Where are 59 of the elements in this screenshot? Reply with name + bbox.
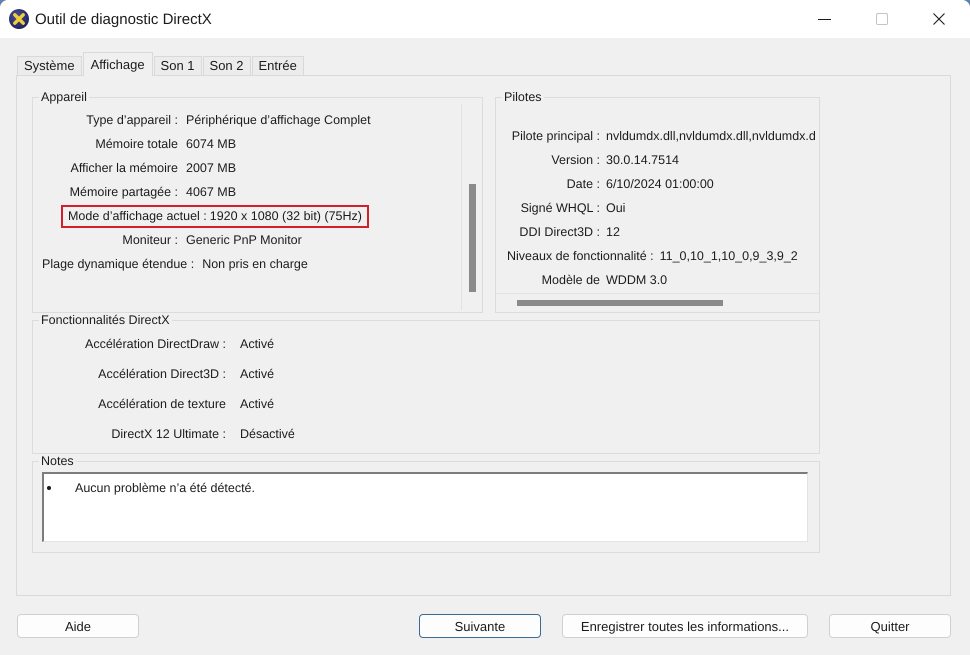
field-value: 2007 MB <box>186 161 236 175</box>
field-label: Pilote principal : <box>510 129 600 143</box>
field-label: Mode d’affichage actuel : <box>68 209 207 223</box>
x-disc-icon <box>9 9 29 29</box>
field-value: WDDM 3.0 <box>606 273 668 287</box>
field-label: Accélération Direct3D : <box>97 367 226 381</box>
field-label: Accélération de texture <box>97 397 226 411</box>
group-title: Pilotes <box>503 90 543 104</box>
field-label: Modèle de <box>540 273 600 287</box>
dialog-button[interactable]: Aide <box>17 614 139 638</box>
notes-field[interactable]: Aucun problème n’a été détecté. <box>42 472 808 542</box>
field-value: Generic PnP Monitor <box>186 233 302 247</box>
field-label: Plage dynamique étendue : <box>42 257 194 271</box>
field-label: Moniteur : <box>121 233 178 247</box>
field-label: DDI Direct3D : <box>518 225 600 239</box>
field-value: Activé <box>240 397 274 411</box>
tab[interactable]: Son 1 <box>154 56 202 75</box>
tab[interactable]: Son 2 <box>202 56 251 75</box>
bullet-icon <box>47 486 51 490</box>
field-label: DirectX 12 Ultimate : <box>110 427 226 441</box>
field-value: Activé <box>240 337 274 351</box>
field-label: Version : <box>550 153 600 167</box>
field-label: Afficher la mémoire <box>70 161 178 175</box>
minimize-icon <box>818 18 831 20</box>
field-value: 1920 x 1080 (32 bit) (75Hz) <box>210 209 362 223</box>
field-value: Non pris en charge <box>202 257 308 271</box>
field-label: Accélération DirectDraw : <box>84 337 226 351</box>
tab[interactable]: Système <box>17 56 82 75</box>
field-label: Niveaux de fonctionnalité : <box>507 249 654 263</box>
window-title: Outil de diagnostic DirectX <box>35 10 212 28</box>
tab[interactable]: Entrée <box>252 56 304 75</box>
field-label: Date : <box>566 177 600 191</box>
tab[interactable]: Affichage <box>82 52 153 76</box>
field-label: Mémoire totale <box>94 137 178 151</box>
scrollbar-thumb[interactable] <box>469 184 476 292</box>
field-value: 11_0,10_1,10_0,9_3,9_2 <box>660 249 798 263</box>
field-value: nvldumdx.dll,nvldumdx.dll,nvldumdx.d <box>606 129 816 143</box>
field-value: Oui <box>606 201 626 215</box>
group-title: Appareil <box>40 90 88 104</box>
field-value: Périphérique d’affichage Complet <box>186 113 371 127</box>
field-label: Mémoire partagée : <box>68 185 178 199</box>
field-value: 4067 MB <box>186 185 236 199</box>
field-label: Signé WHQL : <box>520 201 600 215</box>
group-title: Notes <box>40 454 75 468</box>
field-value: 6/10/2024 01:00:00 <box>606 177 714 191</box>
dialog-button[interactable]: Suivante <box>418 614 541 638</box>
dialog-button[interactable]: Quitter <box>829 614 951 638</box>
field-value: 12 <box>606 225 620 239</box>
note-text: Aucun problème n’a été détecté. <box>75 480 255 494</box>
field-value: 6074 MB <box>186 137 236 151</box>
scrollbar-thumb[interactable] <box>517 300 723 306</box>
maximize-icon <box>876 13 888 25</box>
field-label: Type d’appareil : <box>85 113 178 127</box>
dialog-button[interactable]: Enregistrer toutes les informations... <box>562 614 808 638</box>
field-value: Désactivé <box>240 427 295 441</box>
field-value: 30.0.14.7514 <box>606 153 679 167</box>
field-value: Activé <box>240 367 274 381</box>
group-title: Fonctionnalités DirectX <box>40 313 171 327</box>
close-icon <box>932 13 944 25</box>
